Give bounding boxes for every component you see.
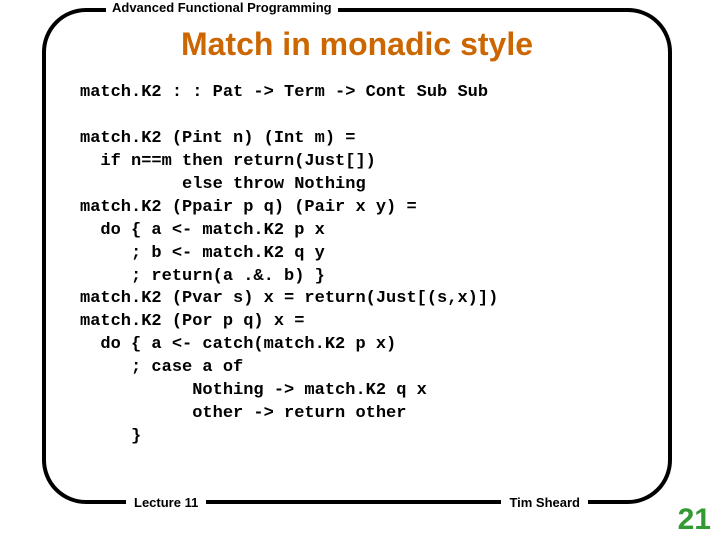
course-label: Advanced Functional Programming [106, 0, 338, 15]
page-number: 21 [678, 503, 711, 537]
slide-frame: Advanced Functional Programming Match in… [42, 8, 672, 504]
code-block: match.K2 : : Pat -> Term -> Cont Sub Sub… [80, 82, 638, 449]
author-label: Tim Sheard [501, 495, 588, 510]
lecture-label: Lecture 11 [126, 495, 206, 510]
slide-title: Match in monadic style [46, 26, 668, 63]
